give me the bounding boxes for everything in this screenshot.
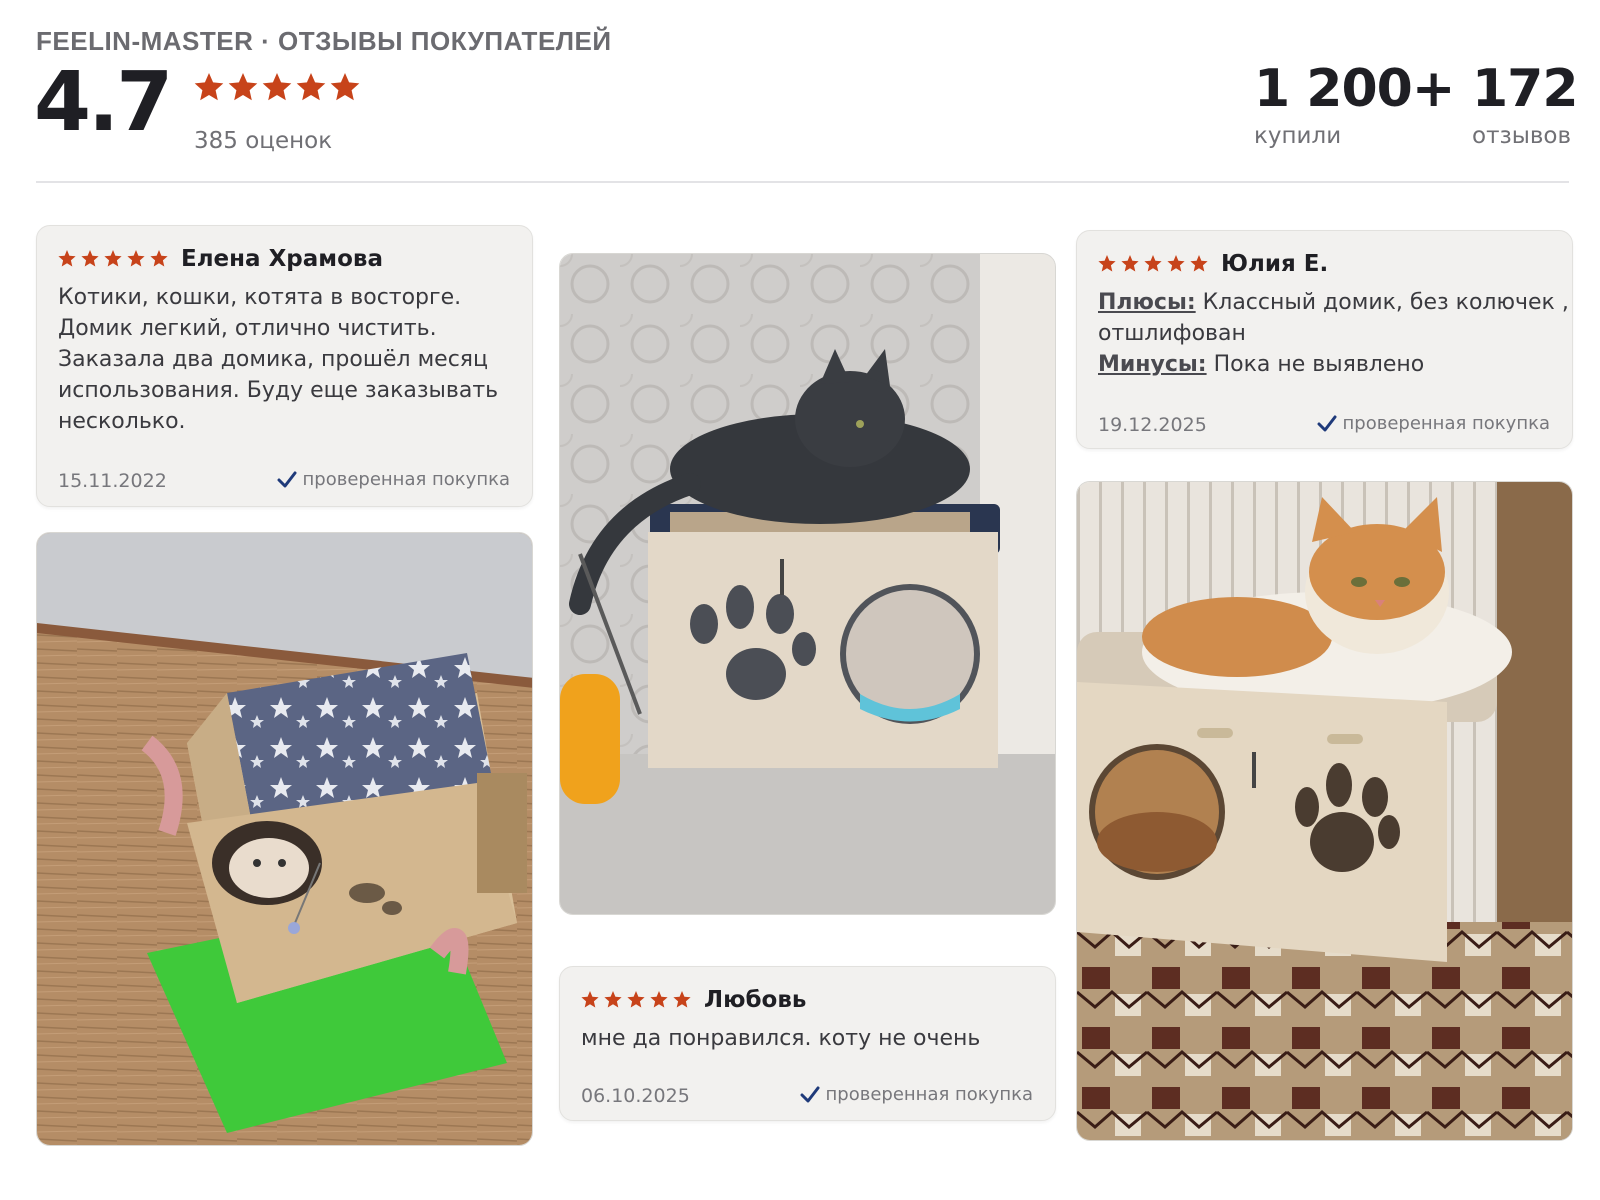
review-stars <box>57 249 169 269</box>
star-icon <box>673 991 691 1008</box>
star-icon <box>650 991 668 1008</box>
pros-label: Плюсы: <box>1098 290 1196 315</box>
star-icon <box>127 250 145 267</box>
verified-label: проверенная покупка <box>825 1084 1033 1105</box>
star-icon <box>1098 255 1116 272</box>
checkmark-icon <box>800 1086 820 1102</box>
ratings-count: 385 оценок <box>194 128 333 154</box>
review-card-lyubov: Любовь мне да понравился. коту не очень … <box>559 966 1056 1121</box>
cons-text: Пока не выявлено <box>1206 352 1425 377</box>
review-date: 06.10.2025 <box>581 1085 690 1107</box>
review-cons: Минусы: Пока не выявлено <box>1098 349 1569 380</box>
star-icon <box>330 73 360 101</box>
review-date: 15.11.2022 <box>58 470 167 492</box>
review-stars <box>580 990 692 1010</box>
review-text: мне да понравился. коту не очень <box>581 1026 981 1051</box>
rating-stars <box>192 70 362 110</box>
review-card-elena: Елена Храмова Котики, кошки, котята в во… <box>36 225 533 507</box>
star-icon <box>104 250 122 267</box>
star-icon <box>81 250 99 267</box>
pros-text-cont: отшлифован <box>1098 321 1246 346</box>
review-author: Любовь <box>704 987 807 1013</box>
pros-text: Классный домик, без колючек , <box>1195 290 1569 315</box>
verified-label: проверенная покупка <box>1342 413 1550 434</box>
header-divider <box>36 181 1569 183</box>
star-icon <box>150 250 168 267</box>
star-icon <box>1190 255 1208 272</box>
review-header: Юлия Е. <box>1097 251 1328 277</box>
star-icon <box>1144 255 1162 272</box>
verified-purchase-badge: проверенная покупка <box>277 469 510 490</box>
review-text-line: использования. Буду еще заказывать <box>58 378 499 403</box>
star-icon <box>1121 255 1139 272</box>
stat-reviews: 172 отзывов <box>1472 59 1579 149</box>
review-header: Елена Храмова <box>57 246 383 272</box>
checkmark-icon <box>1317 415 1337 431</box>
review-header: Любовь <box>580 987 806 1013</box>
star-icon <box>1167 255 1185 272</box>
review-text-line: несколько. <box>58 409 186 434</box>
review-pros: Плюсы: Классный домик, без колючек , <box>1098 287 1569 318</box>
verified-label: проверенная покупка <box>302 469 510 490</box>
star-icon <box>604 991 622 1008</box>
brand-title: FEELIN-MASTER · ОТЗЫВЫ ПОКУПАТЕЛЕЙ <box>36 26 612 56</box>
stat-bought: 1 200+ купили <box>1254 59 1455 149</box>
review-text-line: Домик легкий, отлично чистить. <box>58 316 437 341</box>
photo-grey-cat-on-house[interactable] <box>559 253 1056 915</box>
reviews-label: отзывов <box>1472 122 1572 149</box>
photo-ginger-cat-on-house[interactable] <box>1076 481 1573 1141</box>
average-rating: 4.7 <box>34 55 173 150</box>
star-icon <box>296 73 326 101</box>
star-icon <box>627 991 645 1008</box>
review-card-yulia: Юлия Е. Плюсы: Классный домик, без колюч… <box>1076 230 1573 449</box>
review-date: 19.12.2025 <box>1098 414 1207 436</box>
review-stars <box>1097 254 1209 274</box>
review-text: Котики, кошки, котята в восторге. Домик … <box>58 282 498 437</box>
review-text-line: Заказала два домика, прошёл месяц <box>58 347 489 372</box>
star-icon <box>194 73 224 101</box>
review-text-line: Котики, кошки, котята в восторге. <box>58 285 462 310</box>
photo-kitten-box-star-blanket[interactable] <box>36 532 533 1146</box>
star-icon <box>58 250 76 267</box>
review-text: Плюсы: Классный домик, без колючек , отш… <box>1098 287 1569 380</box>
checkmark-icon <box>277 471 297 487</box>
reviews-value: 172 <box>1472 59 1579 119</box>
star-icon <box>262 73 292 101</box>
star-icon <box>228 73 258 101</box>
star-icon <box>581 991 599 1008</box>
verified-purchase-badge: проверенная покупка <box>1317 413 1550 434</box>
review-author: Юлия Е. <box>1221 251 1329 277</box>
cons-label: Минусы: <box>1098 352 1207 377</box>
bought-value: 1 200+ <box>1254 59 1455 119</box>
bought-label: купили <box>1254 122 1342 149</box>
verified-purchase-badge: проверенная покупка <box>800 1084 1033 1105</box>
review-author: Елена Храмова <box>181 246 383 272</box>
